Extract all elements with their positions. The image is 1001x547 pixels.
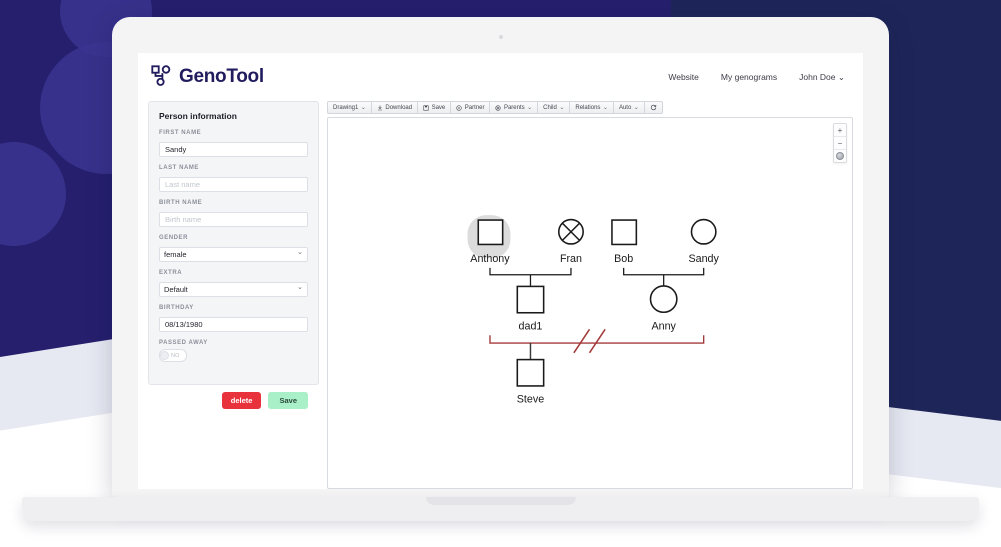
- chevron-down-icon: ⌄: [633, 105, 639, 111]
- birthday-input[interactable]: [159, 317, 308, 332]
- download-button[interactable]: Download: [370, 101, 418, 114]
- brand-name: GenoTool: [179, 66, 264, 87]
- user-name: John Doe: [799, 71, 836, 82]
- save-drawing-label: Save: [431, 104, 446, 111]
- zoom-controls: + −: [833, 123, 847, 163]
- passed-away-label: PASSED AWAY: [159, 340, 208, 346]
- reset-view-button[interactable]: [834, 150, 846, 162]
- panel-actions: delete Save: [159, 392, 308, 409]
- zoom-out-button[interactable]: −: [834, 137, 846, 150]
- editor-toolbar: Drawing1 ⌄ Download Save Partner Parents…: [327, 101, 853, 114]
- person-label-anthony: Anthony: [470, 253, 510, 265]
- drawing-selector[interactable]: Drawing1 ⌄: [327, 101, 371, 114]
- auto-label: Auto: [618, 104, 632, 111]
- genogram-canvas[interactable]: Anthony Fran Bob Sandy dad1 Anny Steve +…: [327, 117, 853, 489]
- last-name-input[interactable]: [159, 177, 308, 192]
- globe-icon: [836, 152, 844, 160]
- parents-icon: [495, 104, 502, 111]
- laptop-notch: [425, 497, 576, 505]
- relations-label: Relations: [575, 104, 601, 111]
- union-line-bob-sandy: [623, 267, 705, 276]
- person-node-anny[interactable]: [649, 285, 678, 314]
- auto-menu[interactable]: Auto ⌄: [612, 101, 644, 114]
- birth-name-input[interactable]: [159, 212, 308, 227]
- partner-label: Partner: [464, 104, 485, 111]
- webcam-icon: [498, 35, 503, 39]
- extra-select-wrap: Default ⌄: [159, 279, 308, 305]
- download-icon: [377, 105, 383, 111]
- refresh-icon: [650, 104, 657, 111]
- chevron-down-icon: ⌄: [835, 71, 845, 82]
- save-drawing-button[interactable]: Save: [417, 101, 451, 114]
- person-information-panel: Person information FIRST NAME LAST NAME …: [148, 101, 319, 409]
- genogram-logo-icon: [150, 64, 172, 91]
- app-body: Person information FIRST NAME LAST NAME …: [138, 101, 863, 489]
- person-label-anny: Anny: [651, 320, 676, 332]
- brand-logo[interactable]: GenoTool: [150, 64, 264, 91]
- header-nav: Website My genograms John Doe ⌄: [668, 72, 845, 83]
- nav-user-menu[interactable]: John Doe ⌄: [799, 72, 845, 83]
- child-menu[interactable]: Child ⌄: [537, 101, 570, 114]
- download-label: Download: [385, 104, 413, 111]
- drawing-selector-label: Drawing1: [333, 104, 359, 111]
- toggle-knob: [160, 351, 169, 360]
- app-header: GenoTool Website My genograms John Doe ⌄: [138, 53, 863, 101]
- child-label: Child: [543, 104, 557, 111]
- save-person-button[interactable]: Save: [268, 392, 308, 409]
- partner-button[interactable]: Partner: [450, 101, 490, 114]
- partner-icon: [456, 104, 462, 111]
- person-node-bob[interactable]: [611, 219, 638, 246]
- last-name-label: LAST NAME: [159, 165, 199, 171]
- first-name-input[interactable]: [159, 142, 308, 157]
- person-node-dad1[interactable]: [516, 285, 545, 314]
- zoom-in-button[interactable]: +: [834, 124, 846, 137]
- panel-title: Person information: [159, 111, 237, 121]
- union-line-anthony-fran: [489, 267, 572, 276]
- nav-website[interactable]: Website: [668, 72, 699, 82]
- delete-button[interactable]: delete: [221, 392, 262, 409]
- divorce-slashes: [573, 328, 606, 354]
- chevron-down-icon: ⌄: [360, 105, 366, 111]
- extra-select[interactable]: Default: [159, 282, 308, 297]
- gender-select[interactable]: female: [159, 247, 308, 262]
- main-area: Drawing1 ⌄ Download Save Partner Parents…: [327, 101, 853, 489]
- parents-menu[interactable]: Parents ⌄: [489, 101, 538, 114]
- chevron-down-icon: ⌄: [602, 105, 608, 111]
- refresh-button[interactable]: [643, 101, 663, 114]
- birth-name-label: BIRTH NAME: [159, 200, 203, 206]
- parents-label: Parents: [503, 104, 525, 111]
- person-node-anthony[interactable]: [477, 219, 504, 246]
- passed-away-state: NO: [171, 352, 180, 359]
- birthday-label: BIRTHDAY: [159, 305, 194, 311]
- gender-select-wrap: female ⌄: [159, 244, 308, 270]
- person-label-steve: Steve: [517, 394, 544, 406]
- laptop-frame: GenoTool Website My genograms John Doe ⌄…: [112, 17, 889, 497]
- save-icon: [423, 104, 429, 111]
- passed-away-toggle[interactable]: NO: [159, 349, 187, 362]
- first-name-label: FIRST NAME: [159, 130, 202, 136]
- person-label-dad1: dad1: [519, 320, 543, 332]
- person-label-fran: Fran: [560, 253, 582, 265]
- chevron-down-icon: ⌄: [559, 105, 565, 111]
- app-screen: GenoTool Website My genograms John Doe ⌄…: [138, 53, 863, 489]
- chevron-down-icon: ⌄: [527, 105, 533, 111]
- person-label-sandy: Sandy: [688, 253, 719, 265]
- person-node-steve[interactable]: [516, 358, 545, 387]
- relations-menu[interactable]: Relations ⌄: [569, 101, 613, 114]
- nav-my-genograms[interactable]: My genograms: [721, 72, 777, 82]
- genogram-svg: Anthony Fran Bob Sandy dad1 Anny Steve: [467, 215, 720, 406]
- gender-label: GENDER: [159, 235, 188, 241]
- person-label-bob: Bob: [614, 253, 633, 265]
- laptop-base: [22, 497, 979, 521]
- person-node-sandy[interactable]: [690, 218, 717, 245]
- extra-label: EXTRA: [159, 270, 183, 276]
